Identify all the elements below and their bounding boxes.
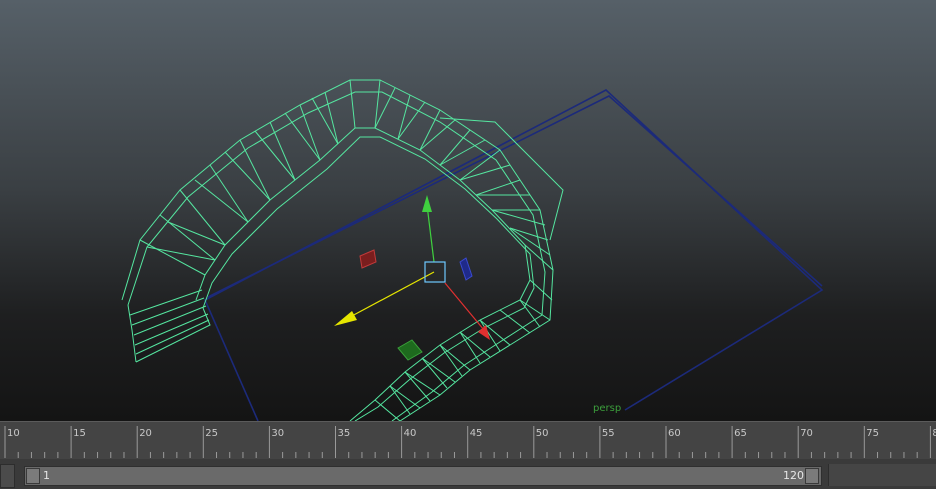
frame-label: 15 — [73, 428, 86, 439]
frame-label: 55 — [602, 428, 615, 439]
time-slider[interactable]: 10 15 20 25 30 35 40 45 50 55 60 65 70 75 80 — [0, 421, 936, 460]
frame-label: 30 — [271, 428, 284, 439]
range-start-field[interactable] — [0, 464, 15, 488]
plane-handle-green-icon — [397, 339, 423, 361]
time-ruler: 10 15 20 25 30 35 40 45 50 55 60 65 70 75 80 — [4, 426, 936, 458]
camera-label: persp — [593, 403, 622, 414]
viewport-scene — [121, 79, 824, 421]
frame-label: 50 — [536, 428, 549, 439]
range-start-handle[interactable] — [26, 468, 40, 484]
frame-label: 25 — [205, 428, 218, 439]
y-axis-arrow-icon — [422, 195, 432, 212]
frame-label: 35 — [338, 428, 351, 439]
range-start-value: 1 — [43, 469, 50, 482]
range-end-field[interactable] — [828, 464, 936, 486]
3d-viewport[interactable]: persp — [0, 0, 936, 421]
center-handle-icon — [424, 261, 446, 283]
plane-handle-red-icon — [359, 249, 377, 269]
curved-wall-mesh[interactable] — [121, 79, 564, 421]
range-end-value: 120 — [783, 469, 804, 482]
plane-handle-blue-icon — [459, 257, 473, 281]
range-bar[interactable] — [24, 466, 822, 486]
frame-label: 10 — [7, 428, 20, 439]
z-axis-arrow-icon — [334, 311, 357, 326]
frame-label: 60 — [668, 428, 681, 439]
range-slider[interactable]: 1 120 — [0, 459, 936, 489]
frame-label: 40 — [404, 428, 417, 439]
ground-plane — [203, 89, 824, 421]
frame-label: 70 — [800, 428, 813, 439]
frame-label: 75 — [866, 428, 879, 439]
range-end-handle[interactable] — [805, 468, 819, 484]
frame-label: 45 — [470, 428, 483, 439]
frame-label: 80 — [932, 428, 936, 439]
frame-label: 65 — [734, 428, 747, 439]
frame-label: 20 — [139, 428, 152, 439]
